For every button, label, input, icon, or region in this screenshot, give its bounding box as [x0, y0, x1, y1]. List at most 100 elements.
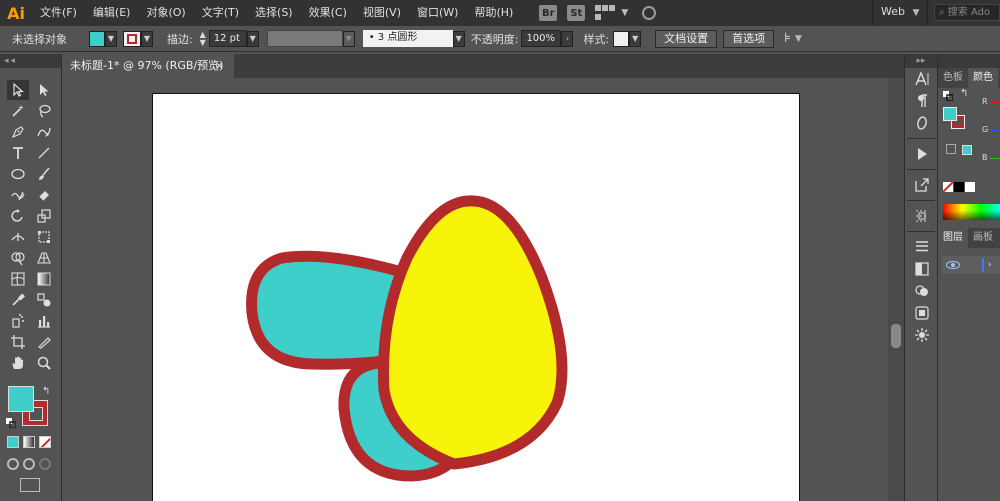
strip-header[interactable]: ▸▸ [905, 54, 937, 68]
eye-icon[interactable] [946, 261, 960, 269]
stroke-panel-icon[interactable] [905, 236, 939, 258]
bridge-button[interactable]: Br [539, 5, 558, 21]
default-fill-stroke-icon[interactable] [6, 418, 16, 428]
zoom-tool[interactable] [33, 353, 55, 373]
fill-swatch[interactable] [89, 30, 105, 47]
web-safe-color-swatch[interactable] [962, 145, 972, 155]
eraser-tool[interactable] [33, 185, 55, 205]
opacity-field[interactable]: 100% [521, 30, 562, 47]
opentype-panel-icon[interactable] [905, 112, 939, 134]
variable-width-profile[interactable] [266, 30, 343, 47]
stroke-swatch[interactable] [123, 30, 141, 47]
layer-row[interactable]: › [942, 256, 1000, 274]
line-tool[interactable] [33, 143, 55, 163]
hand-tool[interactable] [7, 353, 29, 373]
chevron-right-icon[interactable]: › [561, 30, 574, 47]
color-panel-fill[interactable] [943, 107, 957, 121]
channel-g-slider[interactable] [990, 130, 1000, 131]
workspace-switcher[interactable]: Web ▼ [872, 0, 928, 26]
chevron-down-icon[interactable]: ▼ [629, 30, 642, 47]
tab-swatches[interactable]: 色板 [938, 68, 968, 88]
character-panel-icon[interactable] [905, 68, 939, 90]
column-graph-tool[interactable] [33, 311, 55, 331]
scale-tool[interactable] [33, 206, 55, 226]
export-panel-icon[interactable] [905, 174, 939, 196]
stroke-label[interactable]: 描边: [167, 31, 193, 47]
pen-tool[interactable] [7, 122, 29, 142]
selection-tool[interactable] [7, 80, 29, 100]
symbols-panel-icon[interactable] [905, 324, 939, 346]
opacity-label[interactable]: 不透明度: [471, 31, 519, 47]
draw-normal-icon[interactable] [7, 458, 19, 470]
transparency-panel-icon[interactable] [905, 258, 939, 280]
direct-selection-tool[interactable] [33, 80, 55, 100]
lasso-tool[interactable] [33, 101, 55, 121]
arrange-documents-icon[interactable] [595, 5, 617, 21]
appearance-panel-icon[interactable] [905, 280, 939, 302]
search-input[interactable]: ⌕ 搜索 Ado [934, 4, 1000, 21]
document-setup-button[interactable]: 文档设置 [655, 29, 718, 48]
out-of-gamut-icon[interactable] [946, 144, 956, 154]
paintbrush-tool[interactable] [33, 164, 55, 184]
menu-object[interactable]: 对象(O) [138, 0, 193, 26]
menu-file[interactable]: 文件(F) [32, 0, 85, 26]
tab-layers[interactable]: 图层 [938, 228, 968, 248]
menu-type[interactable]: 文字(T) [194, 0, 247, 26]
free-transform-tool[interactable] [33, 227, 55, 247]
width-tool[interactable] [7, 227, 29, 247]
black-color-swatch[interactable] [954, 182, 964, 192]
menu-help[interactable]: 帮助(H) [466, 0, 521, 26]
ellipse-tool[interactable] [7, 164, 29, 184]
magic-wand-tool[interactable] [7, 101, 29, 121]
menu-window[interactable]: 窗口(W) [409, 0, 466, 26]
chevron-down-icon[interactable]: ▼ [795, 34, 802, 44]
menu-select[interactable]: 选择(S) [247, 0, 301, 26]
none-color-swatch[interactable] [943, 182, 953, 192]
stroke-weight-field[interactable]: 12 pt [208, 30, 247, 47]
graphic-style-swatch[interactable] [613, 30, 630, 47]
tab-document[interactable]: 未标题-1* @ 97% (RGB/预览) × [62, 54, 234, 78]
align-panel-icon[interactable] [905, 205, 939, 227]
eyedropper-tool[interactable] [7, 290, 29, 310]
yellow-petal[interactable] [378, 195, 568, 470]
brush-definition[interactable]: • 3 点圆形 [362, 30, 453, 47]
chevron-right-icon[interactable]: › [988, 260, 992, 270]
menu-view[interactable]: 视图(V) [355, 0, 409, 26]
white-color-swatch[interactable] [965, 182, 975, 192]
close-icon[interactable]: × [215, 54, 224, 78]
draw-behind-icon[interactable] [23, 458, 35, 470]
none-mode-icon[interactable] [39, 436, 51, 448]
perspective-grid-tool[interactable] [33, 248, 55, 268]
chevron-down-icon[interactable]: ▼ [342, 30, 355, 47]
preferences-button[interactable]: 首选项 [723, 29, 775, 48]
shaper-tool[interactable] [7, 185, 29, 205]
chevron-down-icon[interactable]: ▼ [105, 30, 117, 47]
tab-artboards[interactable]: 画板 [968, 228, 998, 248]
slice-tool[interactable] [33, 332, 55, 352]
gradient-tool[interactable] [33, 269, 55, 289]
mesh-tool[interactable] [7, 269, 29, 289]
channel-b-slider[interactable] [990, 158, 1000, 159]
artboard-tool[interactable] [7, 332, 29, 352]
screen-mode-icon[interactable] [20, 478, 40, 492]
swap-colors-icon[interactable]: ↰ [960, 88, 968, 99]
scrollbar-thumb[interactable] [891, 324, 901, 348]
tools-panel-header[interactable]: ◂◂ [0, 54, 61, 68]
color-spectrum[interactable] [943, 204, 1000, 220]
type-tool[interactable] [7, 143, 29, 163]
vertical-scrollbar[interactable] [888, 78, 904, 501]
rotate-tool[interactable] [7, 206, 29, 226]
gpu-performance-icon[interactable] [642, 6, 657, 20]
symbol-sprayer-tool[interactable] [7, 311, 29, 331]
channel-r-slider[interactable] [990, 102, 1000, 103]
menu-effect[interactable]: 效果(C) [301, 0, 355, 26]
panel-menu-icon[interactable]: ⊧ [784, 31, 791, 46]
blend-tool[interactable] [33, 290, 55, 310]
chevron-down-icon[interactable]: ▼ [452, 30, 465, 47]
shape-builder-tool[interactable] [7, 248, 29, 268]
draw-inside-icon[interactable] [39, 458, 51, 470]
chevron-down-icon[interactable]: ▼ [246, 30, 259, 47]
canvas-area[interactable] [62, 78, 904, 501]
chevron-down-icon[interactable]: ▼ [141, 30, 153, 47]
graphic-styles-panel-icon[interactable] [905, 302, 939, 324]
